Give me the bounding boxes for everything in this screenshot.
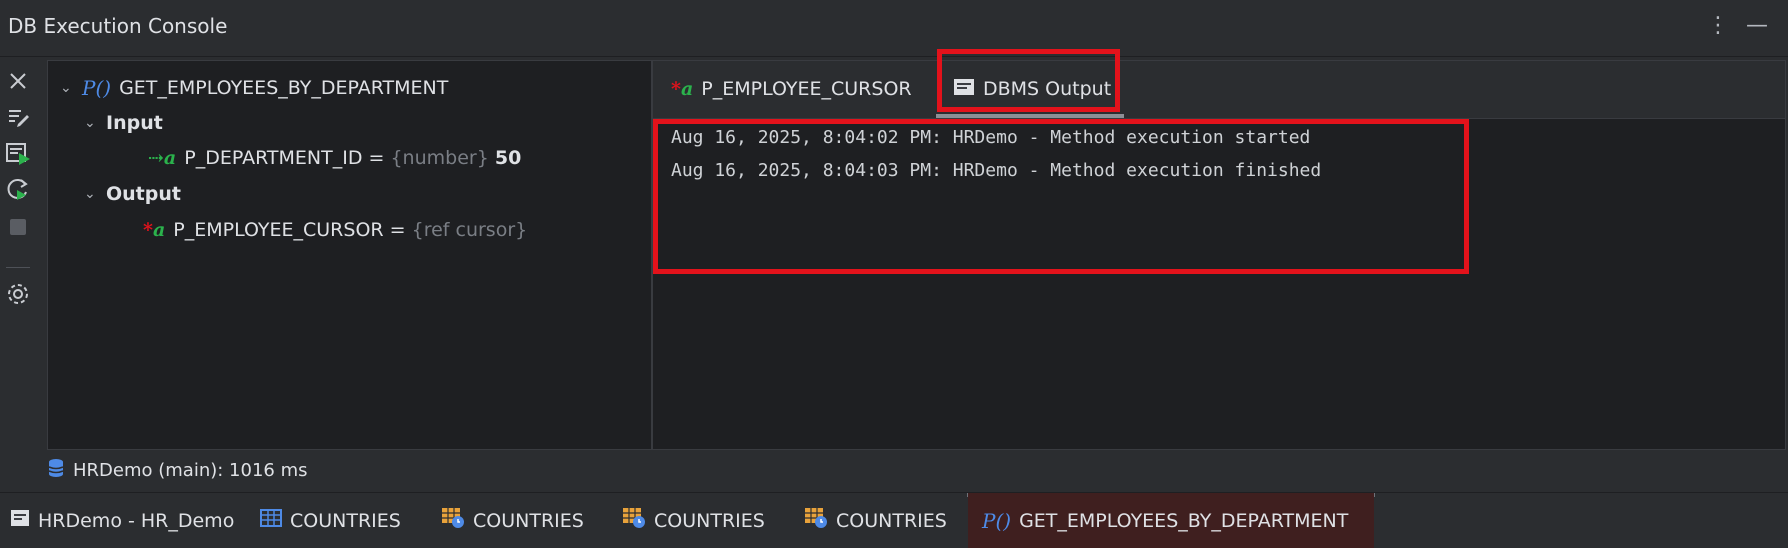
selected-tab-indicator	[936, 114, 1124, 118]
output-param-icon: *a	[671, 78, 694, 100]
editor-tab-label: COUNTRIES	[290, 509, 401, 532]
log-line: Aug 16, 2025, 8:04:02 PM: HRDemo - Metho…	[671, 127, 1311, 148]
rerun-icon[interactable]	[4, 176, 32, 204]
param-value[interactable]: 50	[495, 147, 521, 169]
editor-tab-label: HRDemo - HR_Demo	[38, 509, 235, 532]
procedure-icon: P()	[982, 508, 1012, 533]
table-history-icon	[804, 507, 828, 534]
procedure-name: GET_EMPLOYEES_BY_DEPARTMENT	[119, 77, 449, 99]
input-group-label: Input	[106, 112, 163, 134]
toolbar-divider	[6, 267, 30, 268]
editor-tabs-bar: HRDemo - HR_Demo COUNTRIES COUNTRIES COU…	[0, 492, 1788, 548]
param-name: P_EMPLOYEE_CURSOR =	[173, 219, 406, 241]
editor-tab-countries[interactable]: COUNTRIES	[622, 493, 765, 548]
table-history-icon	[441, 507, 465, 534]
parameter-tree: ⌄ P() GET_EMPLOYEES_BY_DEPARTMENT ⌄ Inpu…	[47, 60, 652, 450]
run-icon[interactable]	[4, 139, 32, 167]
editor-tab-label: COUNTRIES	[836, 509, 947, 532]
editor-tab-label: COUNTRIES	[473, 509, 584, 532]
param-type: {ref cursor}	[411, 219, 528, 241]
console-toolbar	[0, 57, 40, 447]
chevron-down-icon[interactable]: ⌄	[84, 186, 106, 202]
edit-icon[interactable]	[4, 103, 32, 131]
tab-p-employee-cursor[interactable]: *a P_EMPLOYEE_CURSOR	[671, 67, 912, 111]
console-icon	[10, 509, 30, 532]
chevron-down-icon[interactable]: ⌄	[60, 80, 82, 96]
input-param-row[interactable]: ⇢a P_DEPARTMENT_ID = {number} 50	[148, 143, 521, 173]
close-icon[interactable]	[4, 67, 32, 95]
execution-status: HRDemo (main): 1016 ms	[47, 455, 308, 485]
more-vertical-icon[interactable]: ⋮	[1702, 10, 1734, 42]
status-text: HRDemo (main): 1016 ms	[73, 459, 308, 481]
editor-tab-countries[interactable]: COUNTRIES	[804, 493, 947, 548]
editor-tab-hrdemo[interactable]: HRDemo - HR_Demo	[0, 493, 244, 548]
tree-root-row[interactable]: ⌄ P() GET_EMPLOYEES_BY_DEPARTMENT	[60, 73, 448, 103]
editor-tab-countries[interactable]: COUNTRIES	[260, 493, 401, 548]
editor-tab-label: GET_EMPLOYEES_BY_DEPARTMENT	[1019, 509, 1349, 532]
param-name: P_DEPARTMENT_ID =	[184, 147, 385, 169]
table-icon	[260, 509, 282, 532]
minimize-icon[interactable]: —	[1741, 10, 1773, 42]
output-tabs: *a P_EMPLOYEE_CURSOR DBMS Output	[653, 61, 1785, 119]
settings-icon[interactable]	[4, 280, 32, 308]
window-title: DB Execution Console	[8, 14, 228, 38]
tab-label: DBMS Output	[983, 78, 1112, 100]
editor-tab-countries[interactable]: COUNTRIES	[441, 493, 584, 548]
title-bar: DB Execution Console ⋮ —	[0, 0, 1788, 57]
table-history-icon	[622, 507, 646, 534]
output-group-label: Output	[106, 183, 181, 205]
tab-label: P_EMPLOYEE_CURSOR	[701, 78, 912, 100]
output-param-icon: *a	[143, 219, 166, 241]
procedure-icon: P()	[82, 76, 112, 100]
tree-input-row[interactable]: ⌄ Input	[84, 108, 163, 138]
editor-tab-get-employees[interactable]: P() GET_EMPLOYEES_BY_DEPARTMENT	[968, 493, 1374, 548]
dbms-output-console[interactable]: Aug 16, 2025, 8:04:02 PM: HRDemo - Metho…	[653, 119, 1785, 449]
output-pane: *a P_EMPLOYEE_CURSOR DBMS Output Aug 16,…	[652, 60, 1786, 450]
log-line: Aug 16, 2025, 8:04:03 PM: HRDemo - Metho…	[671, 160, 1322, 181]
editor-tab-label: COUNTRIES	[654, 509, 765, 532]
chevron-down-icon[interactable]: ⌄	[84, 115, 106, 131]
tab-dbms-output[interactable]: DBMS Output	[953, 67, 1111, 111]
input-param-icon: ⇢a	[148, 147, 177, 169]
tree-output-row[interactable]: ⌄ Output	[84, 179, 181, 209]
console-icon	[953, 78, 975, 101]
param-type: {number}	[390, 147, 489, 169]
database-icon	[47, 458, 65, 483]
output-param-row[interactable]: *a P_EMPLOYEE_CURSOR = {ref cursor}	[143, 215, 527, 245]
stop-icon[interactable]	[4, 213, 32, 241]
